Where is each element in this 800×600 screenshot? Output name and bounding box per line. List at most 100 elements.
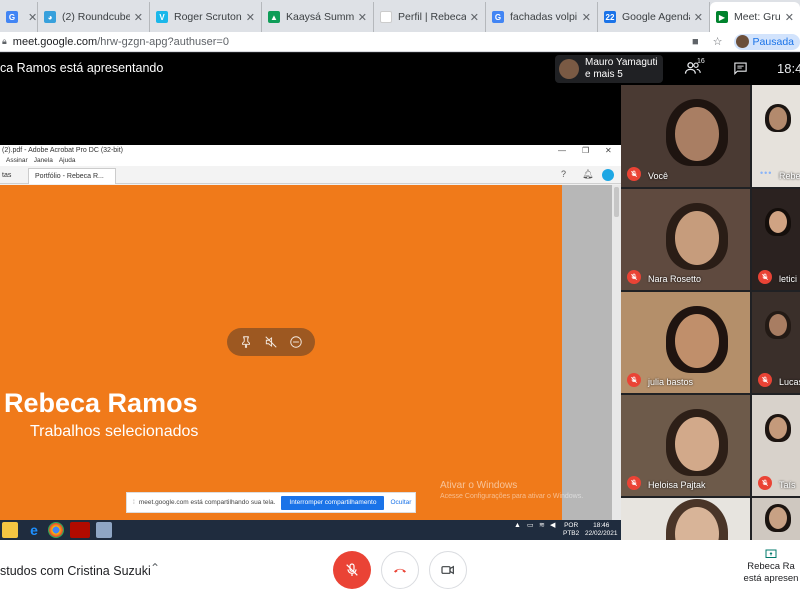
chrome-icon [48, 522, 64, 538]
tab-favicon-icon: ▶ [716, 11, 728, 23]
acrobat-tab-portfolio: Portfólio - Rebeca R... ✕ [28, 168, 116, 196]
participant-name: Heloisa Pajtak [648, 480, 706, 490]
speaking-indicator-icon: ••• [760, 168, 773, 178]
participant-tile[interactable]: julia bastos [621, 292, 750, 393]
tray-lang: POR PTB2 [563, 522, 579, 538]
participant-face [675, 314, 720, 368]
tray-lang-bottom: PTB2 [563, 530, 580, 537]
acrobat-menu-item: Janela [33, 157, 53, 164]
participant-grid: Você ••• Rebe Nara Rosetto letici julia basto… [621, 85, 800, 540]
close-icon[interactable]: ✕ [28, 11, 37, 24]
tab-title: (2) Roundcube We [62, 11, 130, 23]
mic-muted-icon [627, 373, 641, 387]
star-icon[interactable]: ☆ [713, 35, 723, 48]
close-icon[interactable]: ✕ [694, 11, 703, 24]
meeting-clock: 18:4 [777, 61, 800, 76]
browser-tab[interactable]: ▶ Meet: Grupo d ✕ [710, 2, 800, 32]
url-text[interactable]: meet.google.com/hrw-gzgn-apg?authuser=0 [13, 36, 685, 48]
close-icon[interactable]: ✕ [582, 11, 591, 24]
tab-favicon-icon: G [6, 11, 18, 23]
browser-tab[interactable]: ▲ Kaaysá Summer E ✕ [262, 2, 374, 32]
remove-icon[interactable] [289, 335, 303, 349]
pdf-scrollbar [612, 185, 621, 520]
participant-name: Rebe [779, 171, 800, 181]
mic-muted-icon [627, 167, 641, 181]
edge-icon: e [30, 522, 38, 538]
mute-icon[interactable] [264, 335, 278, 349]
browser-tab[interactable]: Perfil | Rebeca Ra ✕ [374, 2, 486, 32]
pdf-title: Rebeca Ramos [4, 388, 198, 418]
profile-paused-button[interactable]: Pausada [733, 33, 800, 50]
windows-activate-sub: Acesse Configurações para ativar o Windo… [440, 493, 584, 500]
tray-volume-icon: ◀︎ [550, 522, 556, 529]
participant-face [768, 107, 788, 130]
chat-icon[interactable] [733, 61, 748, 75]
tray-date: 22/02/2021 [585, 530, 618, 537]
participant-tile[interactable] [621, 498, 750, 540]
pdf-page-gutter [562, 185, 612, 520]
participant-tile[interactable]: letici [752, 189, 800, 290]
presenting-now-button[interactable]: Rebeca Ra está apresen [742, 549, 800, 585]
participant-tile[interactable] [752, 498, 800, 540]
mic-muted-icon [758, 476, 772, 490]
mic-muted-icon [758, 270, 772, 284]
mic-off-icon [346, 563, 358, 576]
close-icon[interactable]: ✕ [246, 11, 255, 24]
participant-tile[interactable]: Heloisa Pajtak [621, 395, 750, 496]
chevron-up-icon[interactable]: ⌃ [150, 561, 160, 575]
browser-tab[interactable]: V Roger Scruton: "W ✕ [150, 2, 262, 32]
hangup-button[interactable] [381, 551, 419, 589]
close-icon[interactable]: ✕ [358, 11, 367, 24]
tab-title: Google Agenda - S [622, 11, 690, 23]
participant-name: Taís [779, 480, 796, 490]
acrobat-menu-item: Assinar [6, 157, 28, 164]
minimize-icon: — [558, 146, 566, 155]
camera-icon[interactable]: ■ [692, 36, 699, 48]
browser-tab[interactable]: Gfachadas volpi - P ✕ [486, 2, 598, 32]
participant-face [675, 107, 720, 162]
avatar [735, 35, 749, 48]
browser-tab[interactable]: 22 Google Agenda - S ✕ [598, 2, 710, 32]
close-icon[interactable]: ✕ [470, 11, 479, 24]
browser-tab[interactable]: GGoog✕ [0, 2, 38, 32]
presenter-more: e mais 5 [585, 69, 623, 80]
participant-name: letici [779, 274, 798, 284]
screen: GGoog✕ ◕ (2) Roundcube We ✕ V Roger Scruton: … [0, 0, 800, 600]
acrobat-menu-item: Ajuda [58, 157, 76, 164]
camera-toggle-button[interactable] [429, 551, 467, 589]
tray-chevron-icon: ▲ [514, 522, 521, 529]
help-icon: ? [561, 169, 567, 179]
close-icon[interactable]: ✕ [134, 11, 143, 24]
tray-lang-top: POR [564, 522, 579, 529]
presenter-card[interactable]: Mauro Yamaguti e mais 5 [555, 55, 663, 83]
close-icon[interactable]: ✕ [785, 11, 794, 24]
presenter-names: Mauro Yamaguti e mais 5 [585, 57, 657, 81]
participant-tile[interactable]: Lucas [752, 292, 800, 393]
tray-time: 18:46 [593, 522, 610, 529]
participant-face [675, 417, 720, 471]
browser-tab[interactable]: ◕ (2) Roundcube We ✕ [38, 2, 150, 32]
pdf-subtitle: Trabalhos selecionados [30, 423, 199, 440]
profile-label: Pausada [752, 35, 794, 48]
meeting-name[interactable]: studos com Cristina Suzuki [0, 564, 151, 578]
file-explorer-icon [2, 522, 18, 538]
participant-name: Você [648, 171, 669, 181]
tab-favicon-icon: G [492, 11, 504, 23]
hangup-icon [394, 568, 406, 573]
tab-favicon-icon: 22 [604, 11, 616, 23]
browser-tab-strip: GGoog✕ ◕ (2) Roundcube We ✕ V Roger Scruton: … [0, 0, 800, 32]
address-bar[interactable]: 🔒︎ meet.google.com/hrw-gzgn-apg?authuser… [0, 32, 800, 52]
participant-tile[interactable]: Nara Rosetto [621, 189, 750, 290]
pin-icon[interactable] [239, 335, 253, 349]
hide-button: Ocultar [390, 499, 412, 506]
people-count: 16 [697, 58, 705, 65]
presenting-banner: ca Ramos está apresentando [0, 61, 164, 75]
presenter-name: Mauro Yamaguti [585, 57, 658, 68]
avatar [559, 59, 579, 79]
mic-toggle-button[interactable] [333, 551, 371, 589]
participant-tile[interactable]: Taís [752, 395, 800, 496]
participant-tile[interactable]: Você [621, 85, 750, 187]
participant-tile[interactable]: ••• Rebe [752, 85, 800, 187]
mic-muted-icon [627, 270, 641, 284]
lock-icon[interactable]: 🔒︎ [2, 36, 7, 47]
